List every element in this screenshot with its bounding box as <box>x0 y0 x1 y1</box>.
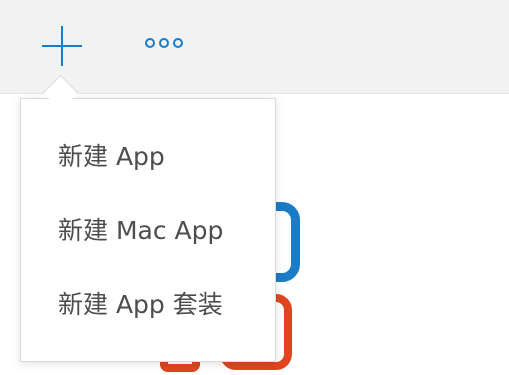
menu-item-new-app[interactable]: 新建 App <box>21 129 275 185</box>
new-app-popover: 新建 App 新建 Mac App 新建 App 套装 <box>20 98 276 362</box>
popover-arrow-cover <box>40 99 82 113</box>
menu-item-new-mac-app[interactable]: 新建 Mac App <box>21 203 275 259</box>
more-options-icon <box>145 38 183 48</box>
menu-item-new-app-bundle[interactable]: 新建 App 套装 <box>21 277 275 333</box>
plus-icon <box>42 26 82 66</box>
toolbar <box>0 0 509 94</box>
add-button[interactable] <box>40 24 84 68</box>
more-options-button[interactable] <box>142 30 190 56</box>
